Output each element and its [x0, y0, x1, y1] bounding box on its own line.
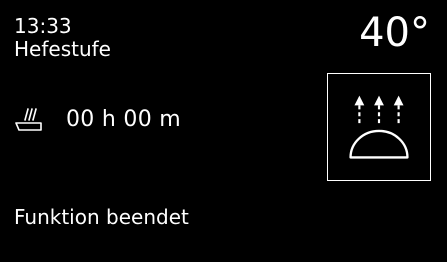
- duration-value: 00 h 00 m: [66, 107, 182, 132]
- pan-with-heat-icon: [15, 108, 42, 131]
- oven-display-screen: 13:33 Hefestufe 40° 00 h 00 m Funktion b…: [0, 0, 447, 262]
- duration-row[interactable]: 00 h 00 m: [14, 104, 181, 136]
- clock-time: 13:33: [14, 14, 72, 38]
- temperature-readout[interactable]: 40°: [359, 9, 430, 57]
- mode-name: Hefestufe: [14, 37, 111, 61]
- proofing-dome-with-up-arrows-icon: [349, 95, 409, 159]
- function-button[interactable]: [327, 73, 431, 181]
- status-message: Funktion beendet: [14, 205, 189, 229]
